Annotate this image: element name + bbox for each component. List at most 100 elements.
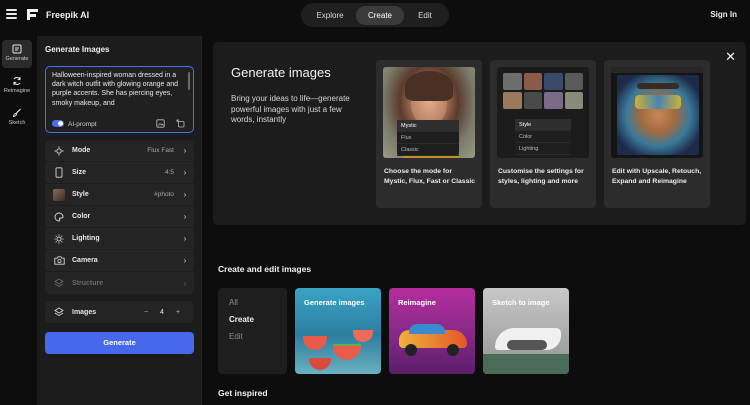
create-edit-title: Create and edit images: [218, 264, 312, 274]
avatar-thumb-icon: [53, 188, 65, 201]
get-inspired-title: Get inspired: [218, 388, 268, 398]
images-count-value: 4: [160, 308, 164, 316]
category-edit[interactable]: Edit: [229, 332, 243, 341]
layers-icon: [53, 306, 65, 318]
setting-value: #photo: [154, 191, 174, 198]
sun-icon: [53, 233, 65, 245]
prompt-scrollbar[interactable]: [188, 72, 190, 90]
image-reference-icon[interactable]: [156, 119, 165, 128]
sign-in-link[interactable]: Sign In: [710, 10, 737, 19]
setting-structure[interactable]: Structure ›: [45, 272, 194, 294]
setting-name: Style: [72, 191, 89, 198]
structure-icon: [53, 277, 65, 289]
hero-card-mode: Mystic Flux Classic Choose the mode for …: [376, 60, 482, 208]
setting-style[interactable]: Style #photo ›: [45, 184, 194, 206]
menu-item: Lighting: [515, 143, 571, 155]
menu-item: Style: [515, 119, 571, 131]
settings-menu: Style Color Lighting: [515, 119, 571, 155]
category-filter: All Create Edit: [218, 288, 287, 374]
setting-size[interactable]: Size 4:5 ›: [45, 162, 194, 184]
settings-list: Mode Flux Fast › Size 4:5 › Style #photo…: [45, 140, 194, 294]
portrait-image: Mystic Flux Classic: [383, 67, 475, 158]
setting-name: Mode: [72, 147, 91, 154]
sparkle-icon: [53, 145, 65, 157]
setting-name: Camera: [72, 257, 98, 264]
menu-item: Flux: [397, 132, 459, 144]
menu-item: Color: [515, 131, 571, 143]
tab-edit[interactable]: Edit: [404, 6, 446, 25]
close-icon[interactable]: ✕: [725, 49, 736, 65]
images-label: Images: [72, 308, 97, 316]
tile-reimagine[interactable]: Reimagine: [389, 288, 475, 374]
chevron-right-icon: ›: [183, 190, 187, 199]
tile-sketch-to-image[interactable]: Sketch to image: [483, 288, 569, 374]
setting-value: 4:5: [164, 169, 174, 176]
tile-label: Sketch to image: [492, 298, 550, 307]
brand-name[interactable]: Freepik AI: [46, 10, 89, 20]
hero-title: Generate images: [231, 65, 331, 80]
rail-item-generate[interactable]: Generate: [2, 40, 32, 68]
prompt-input[interactable]: Halloween-inspired woman dressed in a da…: [45, 66, 194, 133]
rail-item-reimagine[interactable]: Reimagine: [2, 72, 32, 100]
chevron-right-icon: ›: [183, 278, 187, 288]
hero-card-edit: Edit with Upscale, Retouch, Expand and R…: [604, 60, 710, 208]
palette-icon: [53, 211, 65, 223]
setting-color[interactable]: Color ›: [45, 206, 194, 228]
menu-item: Mystic: [397, 120, 459, 132]
editor-image: [611, 67, 703, 158]
setting-value: Flux Fast: [147, 147, 174, 154]
tab-explore[interactable]: Explore: [304, 6, 356, 25]
decrement-button[interactable]: −: [138, 309, 154, 316]
setting-camera[interactable]: Camera ›: [45, 250, 194, 272]
phone-icon: [53, 167, 65, 179]
images-stepper: − 4 +: [138, 309, 186, 316]
menu-item: Classic: [397, 144, 459, 156]
setting-name: Lighting: [72, 235, 100, 242]
prompt-text[interactable]: Halloween-inspired woman dressed in a da…: [52, 71, 187, 115]
setting-name: Size: [72, 169, 87, 176]
freepik-logo-icon[interactable]: [27, 9, 38, 20]
image-doc-icon: [12, 44, 22, 54]
left-rail: Generate Reimagine Sketch: [0, 36, 36, 405]
ai-prompt-toggle[interactable]: [52, 120, 64, 127]
rail-label: Reimagine: [3, 88, 31, 94]
camera-icon: [53, 255, 65, 267]
chevron-right-icon: ›: [183, 256, 187, 265]
generate-panel: Generate Images Halloween-inspired woman…: [37, 36, 202, 405]
top-bar: Freepik AI Explore Create Edit Sign In: [0, 0, 750, 31]
chevron-right-icon: ›: [183, 168, 187, 177]
tile-label: Reimagine: [398, 298, 436, 307]
brush-icon: [12, 108, 21, 118]
setting-mode[interactable]: Mode Flux Fast ›: [45, 140, 194, 162]
refresh-icon: [13, 77, 21, 85]
setting-name: Color: [72, 213, 91, 220]
category-all[interactable]: All: [229, 298, 238, 307]
top-nav: Explore Create Edit: [301, 3, 449, 27]
images-count-row: Images − 4 +: [45, 301, 194, 323]
rail-item-sketch[interactable]: Sketch: [2, 104, 32, 132]
card-caption: Customise the settings for styles, light…: [498, 168, 584, 185]
style-grid-image: Style Color Lighting: [497, 67, 589, 158]
card-caption: Choose the mode for Mystic, Flux, Fast o…: [384, 168, 476, 185]
tile-label: Generate images: [304, 298, 365, 307]
mode-menu: Mystic Flux Classic: [397, 120, 459, 156]
hero-banner: Generate images Bring your ideas to life…: [213, 42, 746, 225]
chevron-right-icon: ›: [183, 212, 187, 221]
hero-card-settings: Style Color Lighting Customise the setti…: [490, 60, 596, 208]
setting-lighting[interactable]: Lighting ›: [45, 228, 194, 250]
hero-subtitle: Bring your ideas to life—generate powerf…: [231, 94, 350, 125]
tab-create[interactable]: Create: [356, 5, 404, 25]
enhance-prompt-icon[interactable]: [176, 119, 185, 128]
rail-label: Generate: [5, 56, 29, 62]
generate-button[interactable]: Generate: [45, 332, 194, 354]
main-content: Generate images Bring your ideas to life…: [203, 36, 750, 405]
panel-title: Generate Images: [45, 45, 110, 54]
tile-generate-images[interactable]: Generate images: [295, 288, 381, 374]
ai-prompt-label: AI-prompt: [68, 121, 97, 128]
chevron-right-icon: ›: [183, 146, 187, 155]
category-create[interactable]: Create: [229, 315, 254, 324]
hamburger-menu-icon[interactable]: [6, 9, 17, 19]
increment-button[interactable]: +: [170, 309, 186, 316]
card-caption: Edit with Upscale, Retouch, Expand and R…: [612, 168, 702, 185]
chevron-right-icon: ›: [183, 234, 187, 243]
